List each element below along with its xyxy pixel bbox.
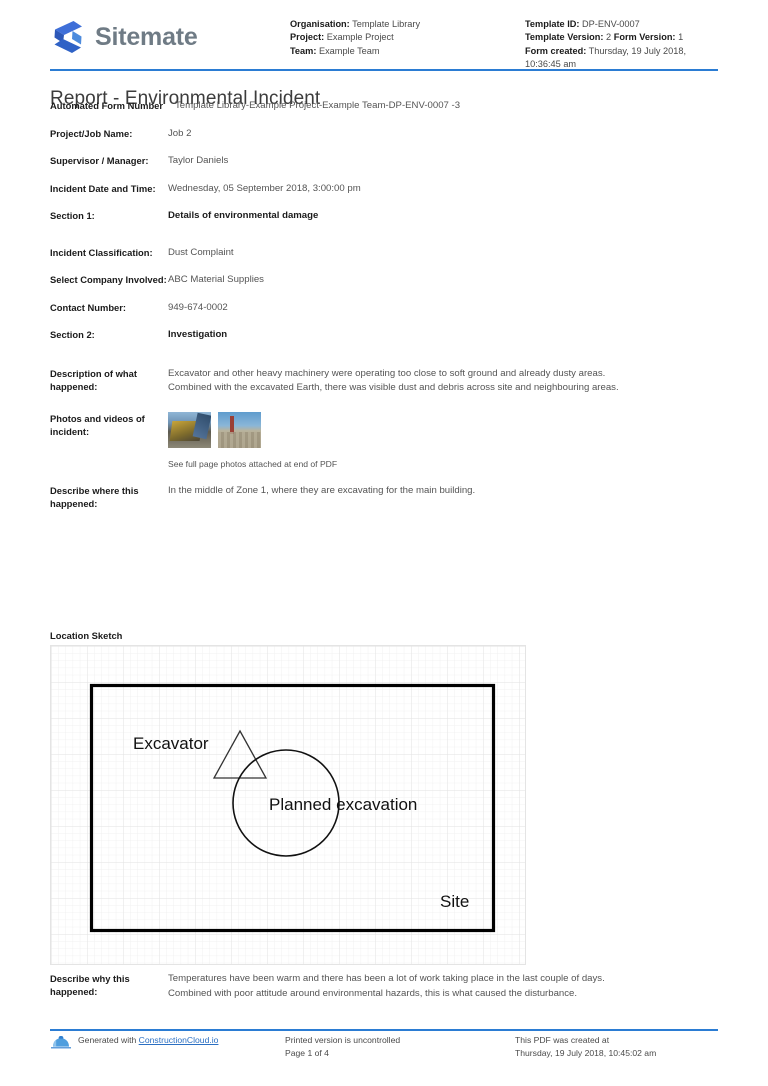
meta-form-created-label: Form created: <box>525 45 587 56</box>
sitemate-logo-icon <box>50 18 86 56</box>
field-value: Template Library-Example Project-Example… <box>175 100 461 111</box>
pdf-created-value: Thursday, 19 July 2018, 10:45:02 am <box>515 1048 657 1058</box>
field-section-1: Section 1: Details of environmental dama… <box>50 209 720 224</box>
field-supervisor-manager: Supervisor / Manager: Taylor Daniels <box>50 154 720 169</box>
form-fields: Automated Form Number Template Library-E… <box>50 99 720 523</box>
field-photos-and-videos: Photos and videos of incident: See full … <box>50 411 720 472</box>
excavator-photo-thumbnail[interactable] <box>168 411 211 448</box>
field-value: Job 2 <box>168 127 192 139</box>
site-sketch-label: Site <box>440 892 469 911</box>
description-line-1: Excavator and other heavy machinery were… <box>168 367 606 379</box>
field-value: Excavator and other heavy machinery were… <box>168 367 720 396</box>
brand: Sitemate <box>50 14 290 56</box>
generated-with-prefix: Generated with <box>78 1035 139 1045</box>
field-label: Describe why this happened: <box>50 973 130 997</box>
field-select-company-involved: Select Company Involved: ABC Material Su… <box>50 273 720 288</box>
meta-template-version-value: 2 <box>606 32 612 43</box>
excavator-sketch-label: Excavator <box>133 734 209 753</box>
field-label: Section 1: <box>50 210 95 221</box>
field-label: Description of what happened: <box>50 367 137 392</box>
hard-hat-icon <box>50 1035 72 1049</box>
planned-excavation-sketch-label: Planned excavation <box>269 795 417 814</box>
field-value: Investigation <box>168 329 228 340</box>
field-describe-where: Describe where this happened: In the mid… <box>50 484 720 510</box>
page-number: Page 1 of 4 <box>285 1048 329 1058</box>
field-label: Select Company Involved: <box>50 274 167 285</box>
field-value: In the middle of Zone 1, where they are … <box>168 485 476 496</box>
site-ground-photo-thumbnail[interactable] <box>218 411 261 448</box>
footer-generated-with: Generated with ConstructionCloud.io <box>50 1034 285 1060</box>
field-label: Incident Classification: <box>50 246 153 258</box>
field-contact-number: Contact Number: 949-674-0002 <box>50 301 720 316</box>
field-label: Contact Number: <box>50 301 127 313</box>
description-line-2: Combined with the excavated Earth, there… <box>168 382 619 393</box>
pdf-created-label: This PDF was created at <box>515 1035 610 1045</box>
field-section-2: Section 2: Investigation <box>50 328 720 343</box>
field-incident-date-time: Incident Date and Time: Wednesday, 05 Se… <box>50 182 720 197</box>
meta-project-label: Project: <box>290 32 325 43</box>
field-incident-classification: Incident Classification: Dust Complaint <box>50 246 720 261</box>
field-label: Incident Date and Time: <box>50 182 156 194</box>
meta-project-value: Example Project <box>326 32 394 43</box>
header-meta-left: Organisation: Template Library Project: … <box>290 14 525 58</box>
document-footer: Generated with ConstructionCloud.io Prin… <box>50 1034 718 1060</box>
field-value: Details of environmental damage <box>168 210 319 221</box>
field-describe-why: Describe why this happened: Temperatures… <box>50 972 720 1001</box>
meta-organisation: Organisation: Template Library <box>290 18 525 31</box>
field-description-of-what-happened: Description of what happened: Excavator … <box>50 367 720 396</box>
form-fields-bottom: Describe why this happened: Temperatures… <box>50 972 720 1014</box>
footer-print-info: Printed version is uncontrolled Page 1 o… <box>285 1034 515 1060</box>
meta-template-id: Template ID: DP-ENV-0007 <box>525 18 718 31</box>
meta-organisation-label: Organisation: <box>290 19 350 29</box>
field-value: Wednesday, 05 September 2018, 3:00:00 pm <box>168 182 361 194</box>
describe-why-line-1: Temperatures have been warm and there ha… <box>168 973 605 984</box>
field-label: Project/Job Name: <box>50 127 133 139</box>
field-label: Automated Form Number <box>50 100 164 111</box>
meta-organisation-value: Template Library <box>352 19 421 29</box>
constructioncloud-link[interactable]: ConstructionCloud.io <box>139 1035 219 1045</box>
meta-team-label: Team: <box>290 45 317 56</box>
meta-team: Team: Example Team <box>290 45 525 58</box>
document-page: Sitemate Organisation: Template Library … <box>0 0 768 1086</box>
printed-notice: Printed version is uncontrolled <box>285 1035 401 1045</box>
meta-team-value: Example Team <box>318 45 380 56</box>
header-divider <box>50 69 718 71</box>
photo-caption: See full page photos attached at end of … <box>168 458 338 469</box>
location-sketch[interactable]: Excavator Planned excavation Site <box>50 645 526 965</box>
meta-project: Project: Example Project <box>290 31 525 44</box>
meta-template-id-value: DP-ENV-0007 <box>582 19 640 29</box>
meta-form-version-value: 1 <box>678 32 684 43</box>
describe-why-line-2: Combined with poor attitude around envir… <box>168 987 578 999</box>
meta-template-id-label: Template ID: <box>525 19 580 29</box>
field-label: Describe where this happened: <box>50 485 139 509</box>
field-label: Section 2: <box>50 329 95 340</box>
generated-with-text: Generated with ConstructionCloud.io <box>78 1034 218 1047</box>
field-value: Dust Complaint <box>168 246 234 258</box>
field-value: See full page photos attached at end of … <box>168 411 720 472</box>
field-automated-form-number: Automated Form Number Template Library-E… <box>50 99 720 114</box>
meta-template-version-label: Template Version: <box>525 32 604 43</box>
field-label: Photos and videos of incident: <box>50 412 145 437</box>
header-meta-right: Template ID: DP-ENV-0007 Template Versio… <box>525 14 718 72</box>
brand-name: Sitemate <box>95 22 198 51</box>
location-sketch-label: Location Sketch <box>50 630 123 641</box>
field-value: 949-674-0002 <box>168 301 228 313</box>
field-value: ABC Material Supplies <box>168 274 264 285</box>
footer-pdf-created: This PDF was created at Thursday, 19 Jul… <box>515 1034 718 1060</box>
meta-form-created: Form created: Thursday, 19 July 2018, 10… <box>525 45 718 72</box>
photo-thumbnail-strip <box>168 411 720 448</box>
document-header: Sitemate Organisation: Template Library … <box>50 14 718 69</box>
meta-versions: Template Version: 2 Form Version: 1 <box>525 31 718 44</box>
field-value: Taylor Daniels <box>168 155 229 166</box>
field-project-job-name: Project/Job Name: Job 2 <box>50 127 720 142</box>
field-label: Supervisor / Manager: <box>50 155 149 166</box>
field-value: Temperatures have been warm and there ha… <box>168 972 720 1001</box>
meta-form-version-label: Form Version: <box>613 32 676 43</box>
footer-divider <box>50 1029 718 1031</box>
